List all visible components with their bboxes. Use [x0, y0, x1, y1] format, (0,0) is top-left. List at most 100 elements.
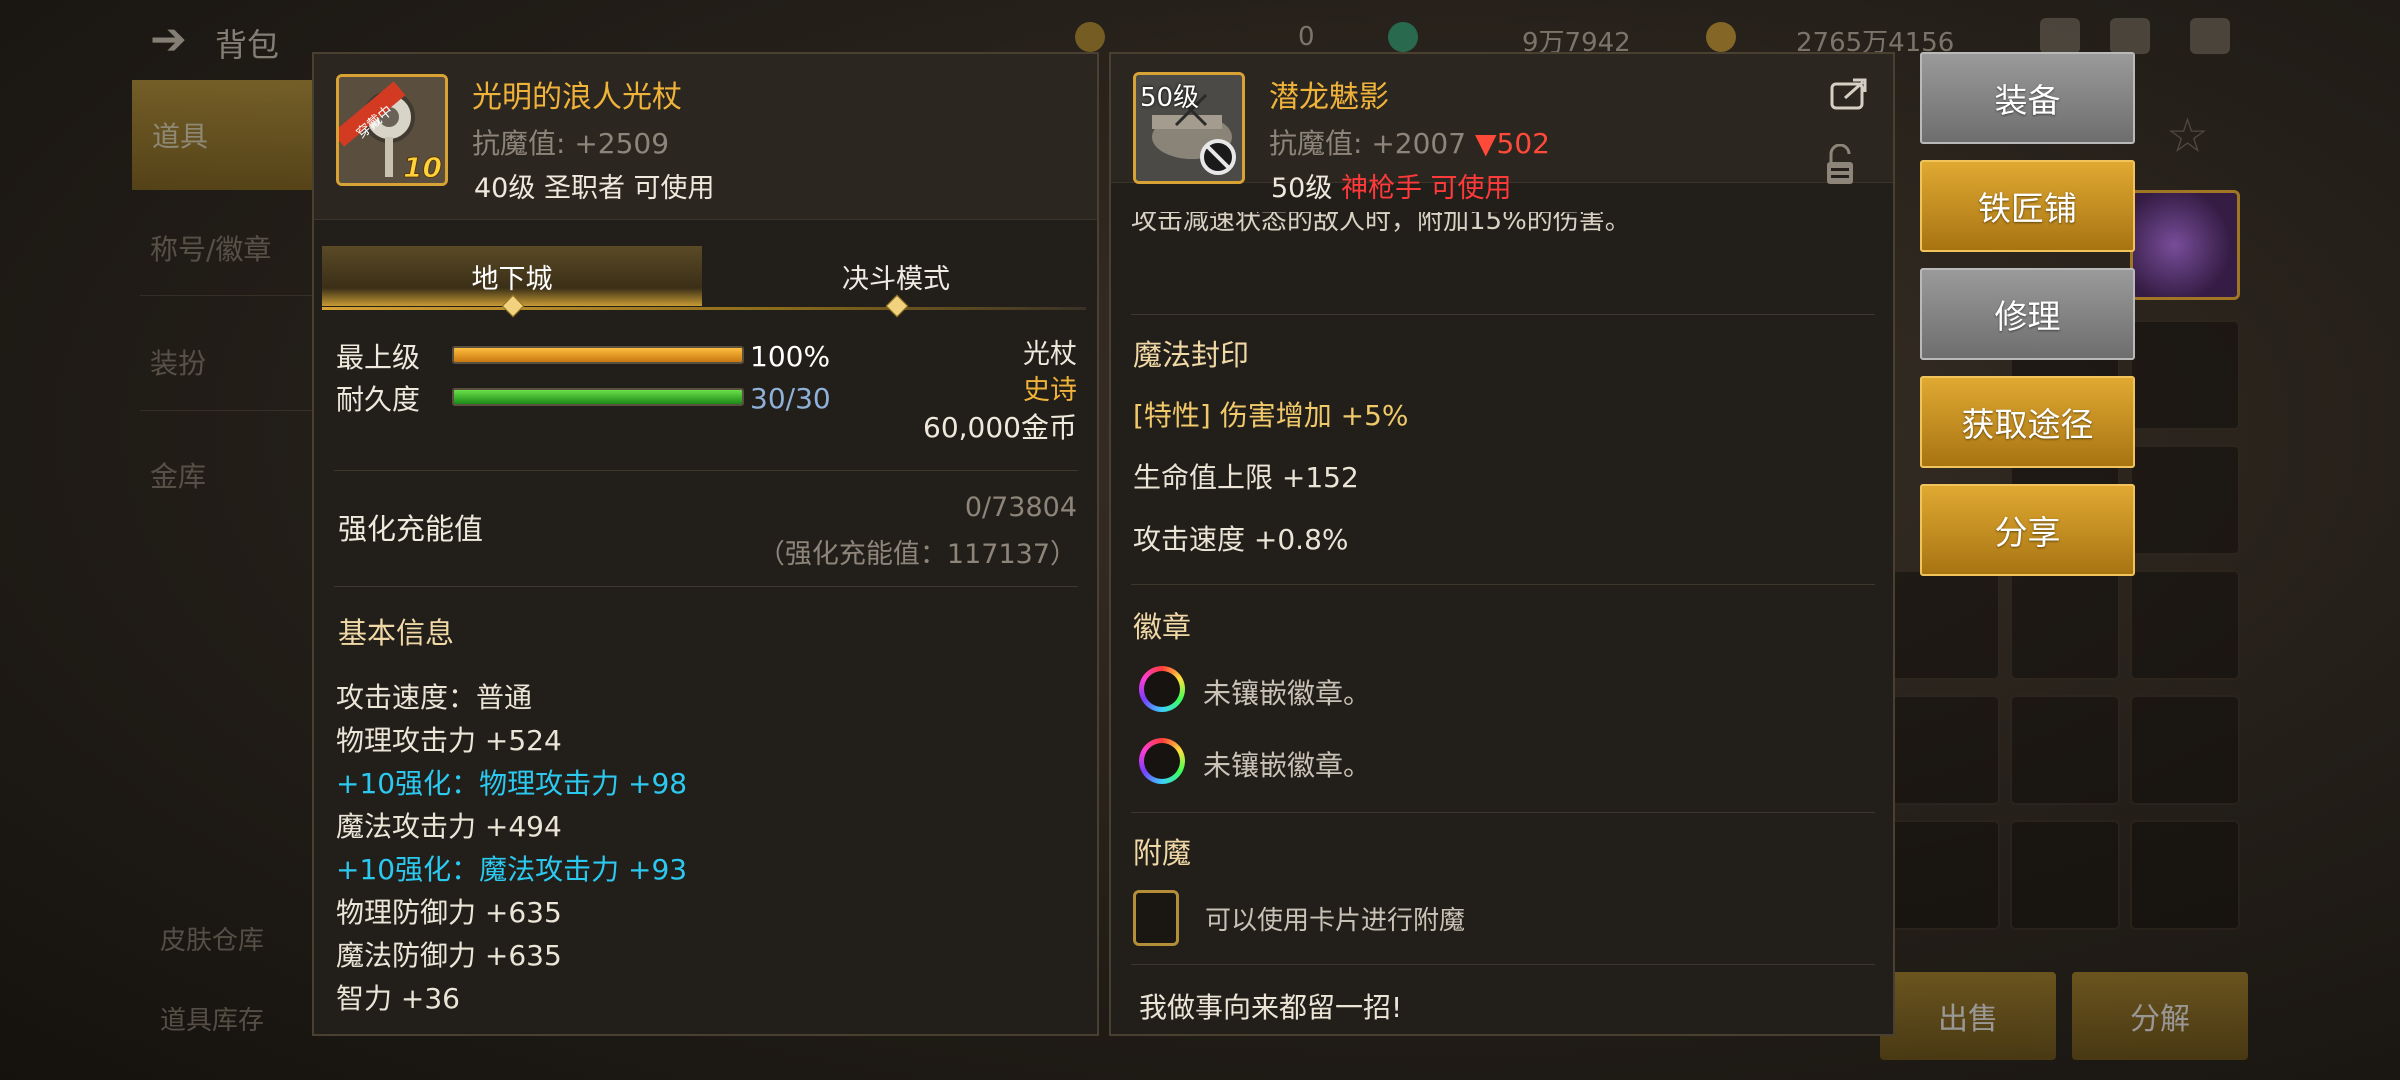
- skin-storage-button[interactable]: 皮肤仓库: [160, 920, 264, 957]
- attribute-line: 魔法攻击力 +494: [336, 810, 562, 843]
- inventory-slot[interactable]: [1890, 570, 2000, 680]
- flavor-text: 我做事向来都留一招!: [1139, 991, 1403, 1024]
- inventory-slot[interactable]: [2130, 570, 2240, 680]
- max-level-bar-fill: [454, 348, 742, 362]
- cut-off-description: 攻击减速状态的敌人时，附加15%的伤害。: [1131, 212, 1631, 236]
- divider: [1131, 584, 1875, 585]
- obtain-route-button[interactable]: 获取途径: [1920, 376, 2135, 468]
- unlock-icon[interactable]: [1825, 144, 1855, 186]
- requirement: 50级 神枪手 可使用: [1271, 166, 1512, 205]
- magic-resist-value: 抗魔值: +2007: [1269, 127, 1467, 160]
- inventory-slot[interactable]: [2130, 695, 2240, 805]
- share-button[interactable]: 分享: [1920, 484, 2135, 576]
- attribute-line: 物理防御力 +635: [336, 896, 562, 929]
- emblem-slot-icon[interactable]: [1139, 738, 1185, 784]
- mode-tabs: 地下城 决斗模式: [322, 246, 1086, 318]
- emblem-slot-icon[interactable]: [1139, 666, 1185, 712]
- back-arrow-icon[interactable]: ➔: [150, 14, 187, 65]
- attribute-line: 智力 +36: [336, 982, 460, 1015]
- divider: [140, 410, 330, 411]
- attribute-line: 物理攻击力 +524: [336, 724, 562, 757]
- favorite-star-icon[interactable]: ☆: [2166, 108, 2209, 164]
- level-requirement: 50级: [1271, 173, 1333, 204]
- shop-icon[interactable]: [2040, 18, 2080, 54]
- item-header: 50级 潜龙魅影 抗魔值: +2007 ▼502 50级 神枪手 可使用: [1111, 54, 1893, 204]
- magic-resist-diff: ▼502: [1474, 127, 1550, 160]
- charge-label: 强化充能值: [338, 512, 484, 546]
- share-icon[interactable]: [1829, 76, 1869, 112]
- divider: [1131, 812, 1875, 813]
- enchant-text: 可以使用卡片进行附魔: [1205, 906, 1466, 936]
- nav-item-items[interactable]: 道具: [132, 80, 332, 190]
- item-name: 光明的浪人光杖: [472, 80, 682, 115]
- emblem-text: 未镶嵌徽章。: [1203, 677, 1372, 710]
- sell-button[interactable]: 出售: [1880, 972, 2056, 1060]
- attribute-line: 魔法防御力 +635: [336, 939, 562, 972]
- staff-item-icon: 穿戴中 10: [336, 74, 448, 186]
- coin-icon: [1075, 22, 1105, 52]
- nav-item-titles[interactable]: 称号/徽章: [150, 228, 271, 268]
- inventory-slot[interactable]: [2010, 570, 2120, 680]
- max-level-value: 100%: [750, 340, 831, 373]
- durability-label: 耐久度: [336, 383, 421, 416]
- seal-line: 攻击速度 +0.8%: [1133, 523, 1349, 556]
- compare-item-panel: 50级 潜龙魅影 抗魔值: +2007 ▼502 50级 神枪手 可使用 攻击减…: [1109, 52, 1895, 1036]
- attribute-line: 攻击速度：普通: [336, 681, 533, 714]
- divider: [334, 470, 1078, 471]
- basic-info-title: 基本信息: [338, 616, 455, 650]
- rarity: 史诗: [1023, 375, 1077, 406]
- durability-bar-fill: [454, 390, 742, 404]
- requirement: 40级 圣职者 可使用: [474, 166, 715, 205]
- max-level-label: 最上级: [336, 341, 421, 374]
- emblem-text: 未镶嵌徽章。: [1203, 749, 1372, 782]
- enchant-title: 附魔: [1133, 836, 1192, 870]
- class-requirement: 圣职者 可使用: [543, 173, 715, 204]
- blacksmith-button[interactable]: 铁匠铺: [1920, 160, 2135, 252]
- magic-resist: 抗魔值: +2007 ▼502: [1269, 122, 1550, 162]
- card-slot-icon[interactable]: [1133, 890, 1179, 946]
- inventory-slot[interactable]: [2130, 320, 2240, 430]
- gem-icon: [1388, 22, 1418, 52]
- emblem-title: 徽章: [1133, 610, 1192, 644]
- gold-coin-icon: [1706, 22, 1736, 52]
- enhance-level: 10: [403, 151, 442, 183]
- charge-value: 0/73804: [964, 492, 1077, 523]
- level-badge: 50级: [1140, 83, 1200, 113]
- decompose-button[interactable]: 分解: [2072, 972, 2248, 1060]
- level-requirement: 40级: [474, 173, 536, 204]
- nav-item-vault[interactable]: 金库: [150, 455, 206, 495]
- item-header: 穿戴中 10 光明的浪人光杖 抗魔值: +2509 40级 圣职者 可使用: [314, 54, 1097, 220]
- chat-icon[interactable]: [2190, 18, 2230, 54]
- repair-button[interactable]: 修理: [1920, 268, 2135, 360]
- max-level-bar: [452, 346, 744, 364]
- nav-item-avatar[interactable]: 装扮: [150, 342, 206, 382]
- divider: [1131, 964, 1875, 965]
- seal-line: 生命值上限 +152: [1133, 461, 1359, 494]
- magic-resist: 抗魔值: +2509: [472, 127, 670, 160]
- inventory-slot[interactable]: [2130, 445, 2240, 555]
- durability-bar: [452, 388, 744, 406]
- mail-icon[interactable]: [2110, 18, 2150, 54]
- item-storage-button[interactable]: 道具库存: [160, 1000, 264, 1037]
- divider: [140, 295, 330, 296]
- equip-button[interactable]: 装备: [1920, 52, 2135, 144]
- bag-title: 背包: [215, 26, 280, 64]
- seal-title: 魔法封印: [1133, 338, 1250, 372]
- inventory-slot[interactable]: [2010, 820, 2120, 930]
- durability-value: 30/30: [750, 382, 831, 415]
- currency-1: 0: [1298, 22, 1315, 52]
- weapon-type: 光杖: [1023, 339, 1077, 370]
- inventory-slot[interactable]: [1890, 820, 2000, 930]
- inventory-slot[interactable]: [2010, 695, 2120, 805]
- divider: [334, 586, 1078, 587]
- inventory-slot[interactable]: [2130, 820, 2240, 930]
- attribute-line-enhance: +10强化：物理攻击力 +98: [336, 767, 688, 800]
- seal-trait: [特性] 伤害增加 +5%: [1133, 399, 1409, 432]
- equipped-item-panel: 穿戴中 10 光明的浪人光杖 抗魔值: +2509 40级 圣职者 可使用 地下…: [312, 52, 1099, 1036]
- item-name: 潜龙魅影: [1269, 80, 1389, 115]
- attribute-line-enhance: +10强化：魔法攻击力 +93: [336, 853, 688, 886]
- class-requirement: 神枪手 可使用: [1340, 173, 1512, 204]
- inventory-slot[interactable]: [1890, 695, 2000, 805]
- gun-item-icon: 50级: [1133, 72, 1245, 184]
- tab-underline: [322, 307, 1086, 310]
